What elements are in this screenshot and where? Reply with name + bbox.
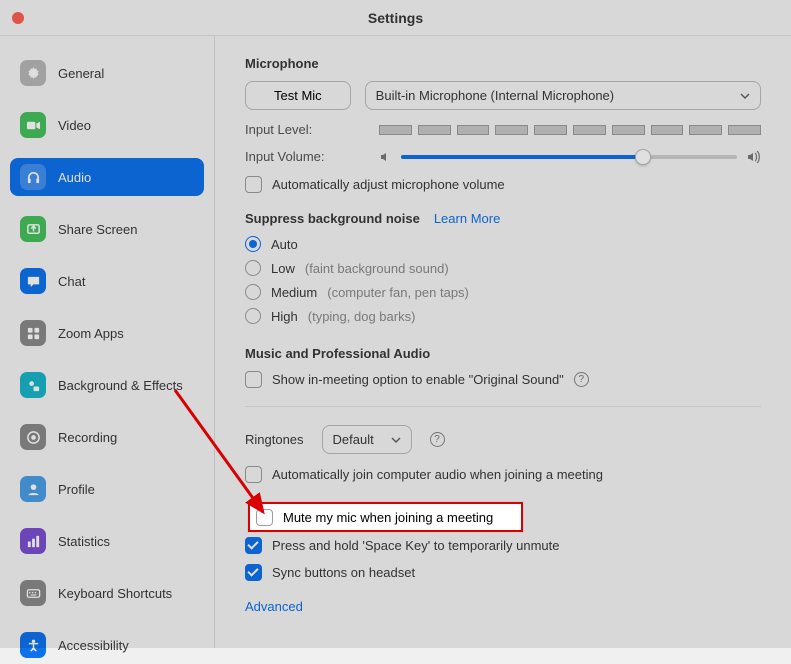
mic-device-value: Built-in Microphone (Internal Microphone… bbox=[376, 88, 614, 103]
ringtones-value: Default bbox=[333, 432, 374, 447]
sidebar-item-label: General bbox=[58, 66, 104, 81]
noise-medium-radio[interactable] bbox=[245, 284, 261, 300]
sidebar-item-profile[interactable]: Profile bbox=[10, 470, 204, 508]
info-icon[interactable]: ? bbox=[430, 432, 445, 447]
profile-icon bbox=[20, 476, 46, 502]
sidebar: General Video Audio Share Screen Chat Zoom Ap… bbox=[0, 36, 214, 648]
original-sound-label: Show in-meeting option to enable "Origin… bbox=[272, 372, 564, 387]
auto-adjust-mic-checkbox[interactable] bbox=[245, 176, 262, 193]
window-title: Settings bbox=[368, 10, 423, 26]
sidebar-item-keyboard-shortcuts[interactable]: Keyboard Shortcuts bbox=[10, 574, 204, 612]
main-panel: Microphone Test Mic Built-in Microphone … bbox=[214, 36, 791, 648]
chat-icon bbox=[20, 268, 46, 294]
gear-icon bbox=[20, 60, 46, 86]
input-level-meter bbox=[379, 125, 761, 135]
sidebar-item-label: Video bbox=[58, 118, 91, 133]
stats-icon bbox=[20, 528, 46, 554]
sidebar-item-zoom-apps[interactable]: Zoom Apps bbox=[10, 314, 204, 352]
sidebar-item-label: Audio bbox=[58, 170, 91, 185]
mute-on-join-checkbox[interactable] bbox=[256, 509, 273, 526]
input-volume-label: Input Volume: bbox=[245, 149, 365, 164]
access-icon bbox=[20, 632, 46, 658]
sidebar-item-label: Background & Effects bbox=[58, 378, 183, 393]
volume-high-icon bbox=[747, 151, 761, 163]
apps-icon bbox=[20, 320, 46, 346]
sidebar-item-label: Statistics bbox=[58, 534, 110, 549]
chevron-down-icon bbox=[391, 435, 401, 445]
mute-on-join-label: Mute my mic when joining a meeting bbox=[283, 510, 493, 525]
auto-adjust-mic-label: Automatically adjust microphone volume bbox=[272, 177, 505, 192]
sidebar-item-label: Keyboard Shortcuts bbox=[58, 586, 172, 601]
divider bbox=[245, 406, 761, 407]
ringtones-label: Ringtones bbox=[245, 432, 304, 447]
learn-more-link[interactable]: Learn More bbox=[434, 211, 500, 226]
sidebar-item-recording[interactable]: Recording bbox=[10, 418, 204, 456]
titlebar: Settings bbox=[0, 0, 791, 36]
test-mic-button[interactable]: Test Mic bbox=[245, 81, 351, 110]
noise-option-hint: (faint background sound) bbox=[305, 261, 449, 276]
suppress-noise-heading: Suppress background noise bbox=[245, 211, 420, 226]
space-unmute-label: Press and hold 'Space Key' to temporaril… bbox=[272, 538, 560, 553]
noise-option-hint: (computer fan, pen taps) bbox=[327, 285, 469, 300]
input-level-label: Input Level: bbox=[245, 122, 365, 137]
sidebar-item-audio[interactable]: Audio bbox=[10, 158, 204, 196]
ringtones-select[interactable]: Default bbox=[322, 425, 412, 454]
advanced-link[interactable]: Advanced bbox=[245, 599, 303, 614]
noise-high-radio[interactable] bbox=[245, 308, 261, 324]
mic-device-select[interactable]: Built-in Microphone (Internal Microphone… bbox=[365, 81, 761, 110]
mute-on-join-highlight: Mute my mic when joining a meeting bbox=[248, 502, 523, 532]
noise-option-label: Auto bbox=[271, 237, 298, 252]
input-volume-slider[interactable] bbox=[401, 155, 737, 159]
noise-auto-radio[interactable] bbox=[245, 236, 261, 252]
record-icon bbox=[20, 424, 46, 450]
noise-option-label: Medium bbox=[271, 285, 317, 300]
sidebar-item-label: Accessibility bbox=[58, 638, 129, 653]
bg-icon bbox=[20, 372, 46, 398]
sidebar-item-label: Zoom Apps bbox=[58, 326, 124, 341]
share-icon bbox=[20, 216, 46, 242]
sidebar-item-label: Profile bbox=[58, 482, 95, 497]
sync-headset-label: Sync buttons on headset bbox=[272, 565, 415, 580]
sidebar-item-chat[interactable]: Chat bbox=[10, 262, 204, 300]
music-audio-heading: Music and Professional Audio bbox=[245, 346, 761, 361]
headphones-icon bbox=[20, 164, 46, 190]
sidebar-item-label: Recording bbox=[58, 430, 117, 445]
microphone-heading: Microphone bbox=[245, 56, 761, 71]
noise-option-label: Low bbox=[271, 261, 295, 276]
sidebar-item-label: Chat bbox=[58, 274, 85, 289]
original-sound-checkbox[interactable] bbox=[245, 371, 262, 388]
sidebar-item-general[interactable]: General bbox=[10, 54, 204, 92]
close-window-icon[interactable] bbox=[12, 12, 24, 24]
sidebar-item-accessibility[interactable]: Accessibility bbox=[10, 626, 204, 664]
video-icon bbox=[20, 112, 46, 138]
sidebar-item-background-effects[interactable]: Background & Effects bbox=[10, 366, 204, 404]
sidebar-item-video[interactable]: Video bbox=[10, 106, 204, 144]
sync-headset-checkbox[interactable] bbox=[245, 564, 262, 581]
volume-low-icon bbox=[379, 151, 391, 163]
noise-low-radio[interactable] bbox=[245, 260, 261, 276]
auto-join-audio-label: Automatically join computer audio when j… bbox=[272, 467, 603, 482]
sidebar-item-label: Share Screen bbox=[58, 222, 138, 237]
noise-option-label: High bbox=[271, 309, 298, 324]
sidebar-item-share-screen[interactable]: Share Screen bbox=[10, 210, 204, 248]
noise-option-hint: (typing, dog barks) bbox=[308, 309, 416, 324]
auto-join-audio-checkbox[interactable] bbox=[245, 466, 262, 483]
chevron-down-icon bbox=[740, 91, 750, 101]
window-controls[interactable] bbox=[12, 12, 24, 24]
keyboard-icon bbox=[20, 580, 46, 606]
space-unmute-checkbox[interactable] bbox=[245, 537, 262, 554]
sidebar-item-statistics[interactable]: Statistics bbox=[10, 522, 204, 560]
info-icon[interactable]: ? bbox=[574, 372, 589, 387]
